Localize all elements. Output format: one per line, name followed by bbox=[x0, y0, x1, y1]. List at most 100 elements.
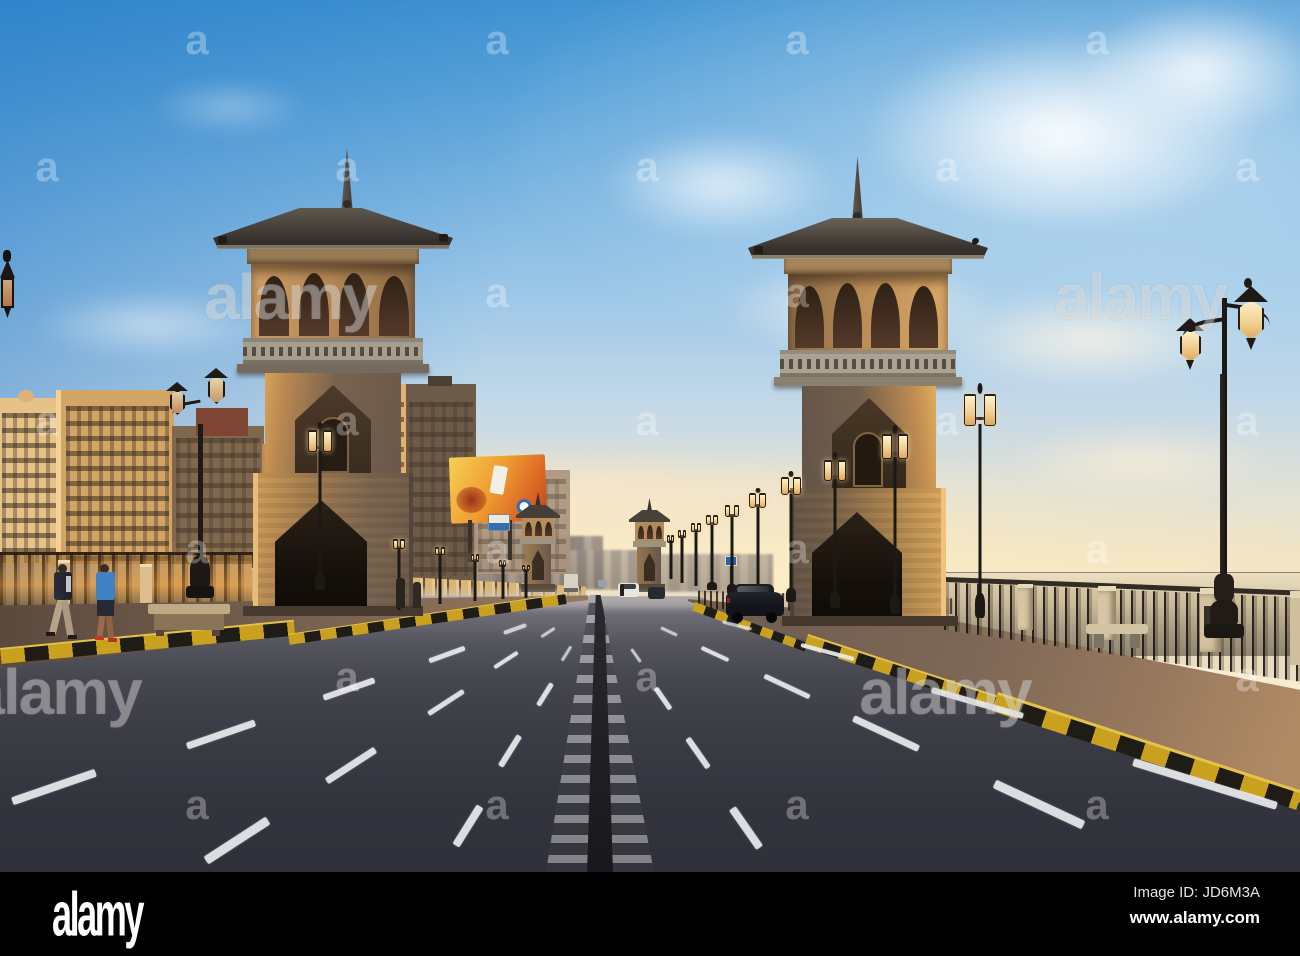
building-dome bbox=[18, 390, 34, 402]
lantern-tip bbox=[1186, 360, 1194, 370]
lantern-cap bbox=[166, 382, 188, 391]
watermark-a: a bbox=[35, 397, 59, 444]
tower-balustrade bbox=[780, 350, 956, 377]
street-lamp bbox=[666, 535, 675, 579]
street-lamp bbox=[822, 452, 848, 608]
street-lamp bbox=[434, 546, 446, 604]
watermark-alamy: alamy bbox=[0, 656, 143, 728]
watermark-a: a bbox=[635, 143, 659, 190]
lantern-tip bbox=[1246, 338, 1256, 350]
tower-window bbox=[853, 432, 883, 487]
railing-post bbox=[1018, 584, 1033, 630]
street-lamp bbox=[705, 514, 719, 590]
watermark-a: a bbox=[935, 397, 959, 444]
pedestrian-shoe bbox=[46, 632, 55, 636]
roof-spotlight bbox=[754, 246, 763, 254]
lantern-cap bbox=[0, 260, 15, 278]
billboard-graphic bbox=[489, 464, 509, 495]
stone-bench bbox=[1086, 624, 1148, 650]
colonnade-arch bbox=[909, 286, 938, 348]
lamp-base bbox=[1210, 600, 1238, 626]
bridge-tower-far bbox=[629, 498, 670, 592]
pedestrian-leg bbox=[105, 615, 115, 639]
tower-colonnade bbox=[788, 274, 948, 350]
alamy-logo: alamy bbox=[52, 880, 144, 950]
pedestrian-leg bbox=[96, 615, 106, 637]
vehicle-distant bbox=[598, 580, 607, 587]
pedestrian-shirt-stripe bbox=[66, 576, 71, 592]
watermark-a: a bbox=[185, 525, 209, 572]
street-lamp bbox=[470, 554, 480, 601]
watermark-a: a bbox=[1085, 525, 1109, 572]
watermark-a: a bbox=[1235, 143, 1259, 190]
watermark-a: a bbox=[185, 16, 209, 63]
tower-cornice bbox=[774, 377, 962, 386]
street-lamp bbox=[522, 565, 530, 598]
watermark-a: a bbox=[485, 269, 509, 316]
watermark-a: a bbox=[185, 781, 209, 828]
watermark-a: a bbox=[335, 143, 359, 190]
footer-bar: alamy Image ID: JD6M3A www.alamy.com bbox=[0, 872, 1300, 956]
watermark-a: a bbox=[785, 269, 809, 316]
website-text: www.alamy.com bbox=[1129, 908, 1260, 927]
bird bbox=[971, 236, 980, 246]
pedestrian-leg bbox=[60, 599, 75, 637]
billboard-graphic bbox=[455, 486, 487, 514]
pedestrian-shoe-red bbox=[108, 638, 117, 642]
image-id-text: Image ID: JD6M3A bbox=[1133, 884, 1260, 901]
pedestrian-torso-blue bbox=[96, 572, 115, 600]
roof-spotlight bbox=[218, 236, 227, 244]
watermark-a: a bbox=[485, 16, 509, 63]
lamp-base bbox=[186, 586, 214, 598]
watermark-a: a bbox=[935, 143, 959, 190]
tower-spire bbox=[535, 492, 541, 506]
watermark-a: a bbox=[635, 653, 659, 700]
watermark-a: a bbox=[35, 143, 59, 190]
pedestrian-silhouette bbox=[413, 582, 421, 608]
watermark-alamy: alamy bbox=[204, 261, 377, 333]
street-lamp bbox=[724, 504, 740, 594]
watermark-a: a bbox=[335, 397, 359, 444]
car-dark bbox=[648, 587, 665, 599]
lamp-base bbox=[1214, 574, 1234, 602]
watermark-alamy: alamy bbox=[1054, 261, 1227, 333]
street-lamp bbox=[677, 529, 687, 583]
fence-pillar bbox=[140, 564, 152, 608]
watermark-a: a bbox=[485, 781, 509, 828]
street-lamp bbox=[306, 421, 334, 590]
tower-roof bbox=[213, 208, 453, 248]
street-lamp bbox=[748, 487, 767, 598]
tower-balustrade bbox=[243, 338, 423, 364]
tower-spire bbox=[647, 498, 652, 511]
lamp-lantern bbox=[1, 278, 14, 308]
tower-roof bbox=[629, 510, 670, 522]
suv-wheel bbox=[732, 612, 743, 623]
watermark-a: a bbox=[785, 525, 809, 572]
colonnade-arch bbox=[379, 276, 409, 336]
photograph-stanley-bridge: alamy alamy alamy alamy a a a a a a a a … bbox=[0, 0, 1300, 872]
tower-colonnade bbox=[522, 518, 554, 538]
suv-wheel bbox=[766, 612, 777, 623]
tower-roof bbox=[748, 218, 988, 258]
pedestrian-shoe-red bbox=[95, 636, 104, 640]
bus-distant bbox=[564, 574, 578, 592]
lantern-cap bbox=[1234, 286, 1268, 302]
lantern-knob bbox=[3, 250, 11, 262]
street-lamp-foreground bbox=[1168, 278, 1278, 660]
pedestrian-shorts bbox=[97, 600, 114, 616]
spire-finial bbox=[343, 200, 351, 208]
tower-frieze bbox=[784, 259, 952, 274]
roof-spotlight bbox=[439, 234, 448, 242]
suv-parked bbox=[726, 584, 784, 623]
watermark-a: a bbox=[785, 781, 809, 828]
tower-roof bbox=[516, 505, 560, 518]
pedestrian-silhouette bbox=[396, 578, 405, 608]
colonnade-arch bbox=[871, 283, 900, 348]
edge-lantern bbox=[0, 250, 16, 320]
watermark-a: a bbox=[1235, 653, 1259, 700]
lamp-post bbox=[1220, 374, 1227, 604]
street-lamp bbox=[880, 424, 910, 614]
watermark-alamy: alamy bbox=[859, 656, 1032, 728]
street-lamp bbox=[690, 522, 702, 586]
cloud bbox=[150, 80, 310, 135]
